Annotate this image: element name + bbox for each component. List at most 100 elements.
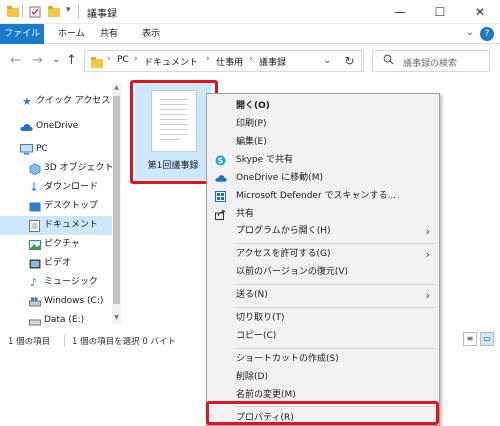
scroll-down-icon[interactable]: ▼ [112,314,121,324]
scroll-up-icon[interactable]: ▲ [112,84,121,94]
menu-item-defender-scan[interactable]: Microsoft Defender でスキャンする... [207,188,439,205]
title-bar: ▾ 議事録 — ☐ ✕ [0,0,500,24]
maximize-button[interactable]: ☐ [420,0,460,24]
drive-icon [29,296,41,307]
videos-icon [29,258,41,269]
sidebar-item-downloads[interactable]: ↓ ダウンロード [0,178,112,197]
sidebar-item-label: ミュージック [44,277,98,287]
sidebar-item-3d-objects[interactable]: 3D オブジェクト [0,159,114,178]
highlight-box-properties [206,401,439,425]
star-icon: ★ [22,95,32,108]
menu-item-open[interactable]: 開く(O) [207,98,439,115]
title-divider [78,4,79,18]
sidebar-item-quick-access[interactable]: ★ クイック アクセス [0,92,112,111]
breadcrumb-separator: › [107,54,111,64]
folder-icon [91,57,103,68]
sidebar-item-label: ピクチャ [44,239,80,249]
3d-objects-icon [29,163,41,175]
menu-item-copy[interactable]: コピー(C) [207,328,439,345]
menu-item-print[interactable]: 印刷(P) [207,116,439,133]
menu-item-give-access[interactable]: アクセスを許可する(G) › [207,246,439,263]
help-icon[interactable]: ? [480,27,494,41]
sidebar-item-label: デスクトップ [44,201,99,211]
tab-view[interactable]: 表示 [134,24,168,44]
tab-home[interactable]: ホーム [50,24,93,44]
menu-item-label: コピー(C) [236,331,277,341]
sidebar-item-label: Data (E:) [44,315,85,325]
sidebar-item-label: ビデオ [44,258,72,268]
customize-toolbar-icon[interactable]: ▾ [66,5,71,15]
large-icons-view-icon[interactable]: ▭ [480,332,494,346]
refresh-button[interactable]: ↻ [338,50,362,72]
status-divider [64,335,65,347]
scrollbar-thumb[interactable] [113,96,120,304]
details-view-icon[interactable]: ≡ [463,332,477,346]
menu-item-cut[interactable]: 切り取り(T) [207,310,439,327]
menu-item-open-with[interactable]: プログラムから開く(H) › [207,223,439,240]
search-icon [383,54,394,68]
breadcrumb-minutes[interactable]: 議事録 [259,55,286,68]
download-icon: ↓ [29,180,40,194]
sidebar-item-windows-c[interactable]: Windows (C:) [0,292,112,311]
sidebar-item-label: 3D オブジェクト [44,163,114,173]
onedrive-icon [215,173,227,184]
cloud-icon [20,121,33,132]
properties-check-icon[interactable] [29,6,41,18]
submenu-arrow-icon: › [425,289,430,302]
menu-item-label: 削除(D) [236,372,268,382]
close-button[interactable]: ✕ [460,0,500,24]
tab-share[interactable]: 共有 [92,24,126,44]
pictures-icon [29,239,41,250]
sidebar-item-desktop[interactable]: デスクトップ [0,197,112,216]
folder-icon [7,6,19,17]
selection-info: 1 個の項目を選択 0 バイト [72,337,176,347]
share-icon [215,209,226,220]
forward-arrow-icon[interactable]: → [32,53,43,68]
menu-item-share-skype[interactable]: S Skype で共有 [207,152,439,169]
menu-item-label: プログラムから開く(H) [236,226,331,236]
menu-item-label: 共有 [236,209,255,219]
menu-item-share[interactable]: 共有 [207,206,439,223]
tab-file[interactable]: ファイル [0,24,44,44]
sidebar-item-label: クイック アクセス [36,96,111,106]
sidebar-item-documents[interactable]: ドキュメント [0,216,112,235]
sidebar-item-label: ダウンロード [44,182,99,192]
menu-separator [235,243,435,244]
menu-item-label: アクセスを許可する(G) [236,249,331,259]
sidebar-scrollbar[interactable]: ▲ ▼ [112,84,121,324]
sidebar-item-videos[interactable]: ビデオ [0,254,112,273]
ribbon-expand-icon[interactable]: ⌄ [466,27,474,38]
menu-item-label: OneDrive に移動(M) [236,173,323,183]
breadcrumb-work[interactable]: 仕事用 [216,55,243,68]
menu-item-delete[interactable]: 削除(D) [207,369,439,386]
menu-item-label: 印刷(P) [236,119,267,129]
up-arrow-icon[interactable]: ↑ [66,53,77,68]
menu-item-edit[interactable]: 編集(E) [207,134,439,151]
recent-locations-icon[interactable]: ⌄ [52,54,60,65]
breadcrumb-documents[interactable]: ドキュメント [144,55,198,68]
new-folder-icon[interactable] [48,6,60,17]
address-bar[interactable]: › PC › ドキュメント › 仕事用 › 議事録 ⌄ [84,50,364,72]
menu-item-create-shortcut[interactable]: ショートカットの作成(S) [207,351,439,368]
music-icon: ♪ [30,276,38,289]
sidebar-item-onedrive[interactable]: OneDrive [0,117,112,136]
menu-item-send-to[interactable]: 送る(N) › [207,287,439,304]
defender-icon [215,191,226,202]
sidebar-item-pictures[interactable]: ピクチャ [0,235,112,254]
navigation-pane: ★ クイック アクセス OneDrive PC 3D オブジェクト ↓ ダウンロ… [0,78,122,332]
sidebar-item-label: ドキュメント [44,220,99,230]
minimize-button[interactable]: — [380,0,420,24]
sidebar-item-music[interactable]: ♪ ミュージック [0,273,112,292]
breadcrumb-pc[interactable]: PC [117,55,129,65]
sidebar-item-label: Windows (C:) [44,296,104,306]
menu-separator [235,348,435,349]
back-arrow-icon[interactable]: ← [10,53,21,68]
sidebar-item-pc[interactable]: PC [0,140,112,159]
search-input[interactable]: 議事録の検索 [372,50,490,72]
menu-item-move-onedrive[interactable]: OneDrive に移動(M) [207,170,439,187]
menu-item-restore-versions[interactable]: 以前のバージョンの復元(V) [207,264,439,281]
address-dropdown-icon[interactable]: ⌄ [323,55,331,66]
drive-icon [29,315,41,326]
sidebar-item-data-e[interactable]: Data (E:) [0,311,112,330]
pc-icon [20,144,33,155]
